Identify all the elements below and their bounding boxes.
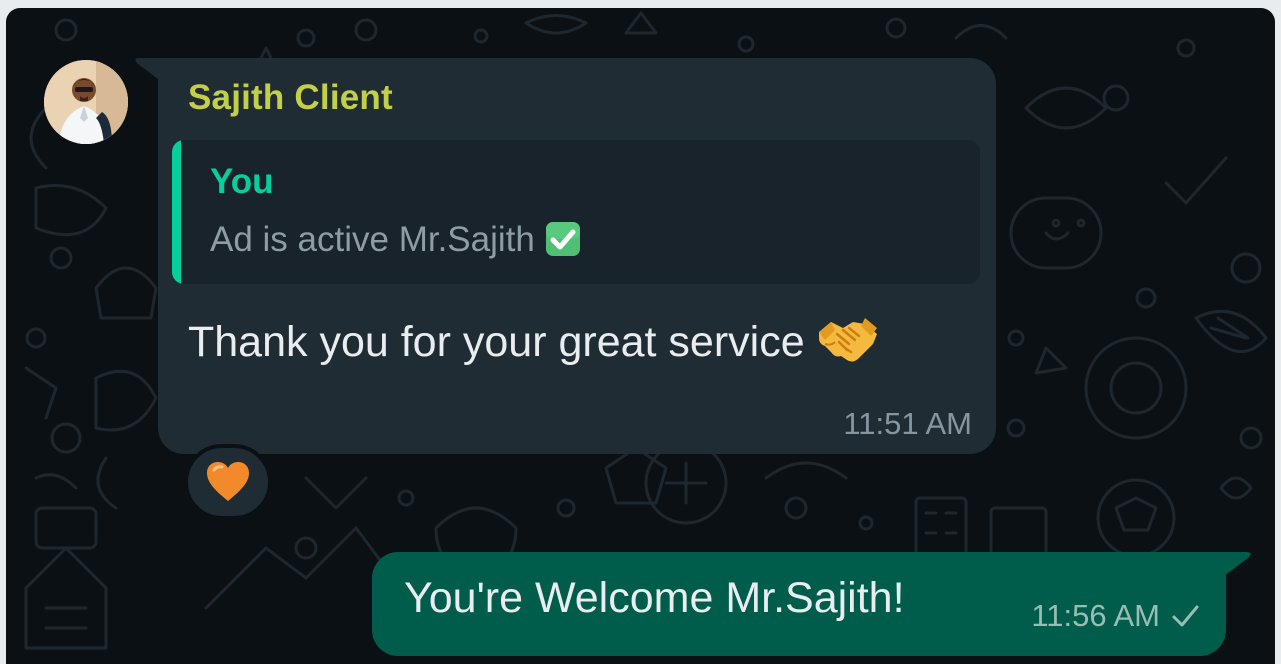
quoted-message[interactable]: You Ad is active Mr.Sajith bbox=[172, 140, 980, 284]
quoted-text: Ad is active Mr.Sajith bbox=[210, 220, 535, 259]
quote-accent-bar bbox=[172, 140, 181, 284]
avatar-portrait-image bbox=[44, 60, 128, 144]
outgoing-message-meta: 11:56 AM bbox=[1031, 598, 1200, 634]
incoming-message-text: Thank you for your great service bbox=[188, 318, 805, 366]
single-tick-icon bbox=[1172, 605, 1199, 627]
incoming-message-time: 11:51 AM bbox=[843, 406, 972, 441]
message-reaction[interactable] bbox=[184, 444, 272, 520]
outgoing-bubble-tail bbox=[1224, 552, 1251, 576]
incoming-message-line: Thank you for your great service bbox=[188, 314, 879, 367]
chat-background: Sajith Client You Ad is active Mr.Sajith… bbox=[6, 8, 1275, 664]
sender-avatar[interactable] bbox=[44, 60, 128, 144]
outgoing-message-time: 11:56 AM bbox=[1031, 598, 1160, 633]
incoming-message-bubble[interactable]: Sajith Client You Ad is active Mr.Sajith… bbox=[158, 58, 996, 454]
handshake-emoji-icon bbox=[818, 318, 877, 362]
sender-name[interactable]: Sajith Client bbox=[188, 78, 393, 118]
check-mark-button-emoji-icon bbox=[545, 222, 580, 256]
outgoing-message-text: You're Welcome Mr.Sajith! bbox=[404, 574, 905, 622]
quoted-author: You bbox=[210, 162, 274, 201]
orange-heart-icon bbox=[207, 462, 249, 501]
outgoing-message-bubble[interactable]: You're Welcome Mr.Sajith! 11:56 AM bbox=[372, 552, 1226, 656]
quoted-text-line: Ad is active Mr.Sajith bbox=[210, 220, 581, 260]
